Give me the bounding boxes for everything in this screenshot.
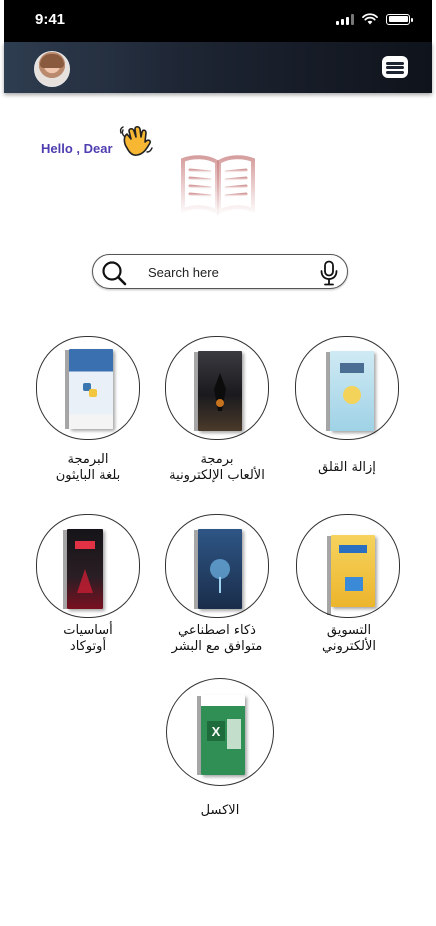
label-line1: التسويق	[326, 623, 372, 638]
python-logo-icon	[83, 383, 97, 397]
label-line1: ذكاء اصطناعي	[178, 623, 256, 638]
category-marketing-label[interactable]: التسويق الألكتروني	[274, 623, 424, 655]
category-python-label[interactable]: البرمجة بلغة البايثون	[13, 452, 163, 484]
status-bar: 9:41	[4, 0, 432, 42]
greeting-text: Hello , Dear	[41, 141, 113, 156]
status-time: 9:41	[35, 11, 66, 28]
menu-list-icon[interactable]	[382, 56, 408, 78]
category-python-card[interactable]	[36, 336, 140, 440]
battery-icon	[386, 13, 413, 25]
category-autocad-card[interactable]	[36, 514, 140, 618]
label-line2: أوتوكاد	[69, 639, 107, 654]
search-icon[interactable]	[101, 260, 127, 286]
book-cover-excel: X	[197, 695, 245, 775]
category-games-label[interactable]: برمجة الألعاب الإلكترونية	[142, 452, 292, 484]
app-header	[4, 42, 432, 93]
microphone-icon[interactable]	[319, 260, 339, 286]
label-line2: الألعاب الإلكترونية	[169, 468, 265, 483]
brain-icon	[340, 363, 364, 404]
warrior-figure-icon	[214, 373, 226, 411]
user-avatar[interactable]	[34, 51, 70, 87]
wifi-icon	[362, 13, 378, 25]
label-line1: برمجة	[200, 452, 234, 467]
excel-logo-icon: X	[207, 719, 241, 749]
autocad-figure-icon	[75, 541, 95, 593]
category-autocad-label[interactable]: أساسيات أوتوكاد	[13, 623, 163, 655]
category-excel-card[interactable]: X	[166, 678, 274, 786]
book-cover-ai	[194, 529, 242, 609]
label-line1: الاكسل	[200, 803, 240, 818]
label-line1: أساسيات	[63, 623, 113, 638]
category-ai-label[interactable]: ذكاء اصطناعي متوافق مع البشر	[142, 623, 292, 655]
label-line1: البرمجة	[67, 452, 109, 467]
marketing-figure-icon	[339, 545, 367, 591]
label-line2: متوافق مع البشر	[171, 639, 263, 654]
label-line2: الألكتروني	[322, 639, 376, 654]
category-ai-card[interactable]	[165, 514, 269, 618]
svg-text:X: X	[212, 724, 221, 739]
book-cover-autocad	[63, 529, 103, 609]
ai-tree-icon	[210, 559, 230, 593]
category-games-card[interactable]	[165, 336, 269, 440]
search-input[interactable]	[148, 261, 308, 283]
category-anxiety-label[interactable]: إزالة القلق	[272, 460, 422, 476]
open-book-icon	[181, 155, 255, 216]
cellular-signal-icon	[336, 13, 354, 25]
category-marketing-card[interactable]	[296, 514, 400, 618]
book-cover-marketing	[327, 535, 375, 615]
book-cover-anxiety	[326, 351, 374, 431]
label-line1: إزالة القلق	[318, 460, 376, 475]
book-cover-python	[65, 349, 113, 429]
search-bar[interactable]	[92, 254, 348, 289]
category-excel-label[interactable]: الاكسل	[145, 803, 295, 819]
status-icons	[336, 13, 413, 25]
book-cover-games	[194, 351, 242, 431]
waving-hand-icon	[119, 125, 153, 156]
label-line2: بلغة البايثون	[55, 468, 121, 483]
category-anxiety-card[interactable]	[295, 336, 399, 440]
